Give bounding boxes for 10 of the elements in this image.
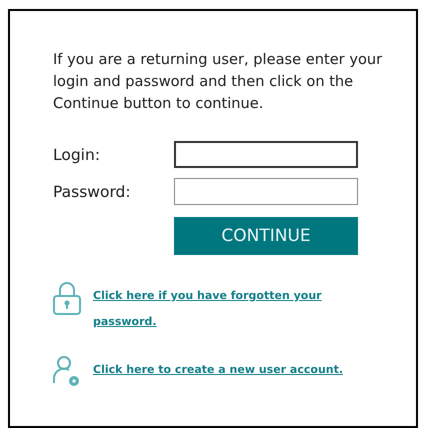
field-label: Login: <box>53 146 102 164</box>
continue-button[interactable]: CONTINUE <box>174 217 358 255</box>
field-label: Password: <box>53 182 132 200</box>
link[interactable]: Click here to create a new user account. <box>53 357 353 383</box>
intro-text: If you are a returning user, please enter your login and password and then click on the Continue button to continue. <box>53 50 384 114</box>
link[interactable]: Click here if you have forgotten your password. <box>53 283 353 335</box>
padlock-icon <box>53 281 81 315</box>
input-field[interactable] <box>174 178 358 205</box>
user-add-icon <box>53 355 81 389</box>
input-field[interactable] <box>174 141 358 168</box>
